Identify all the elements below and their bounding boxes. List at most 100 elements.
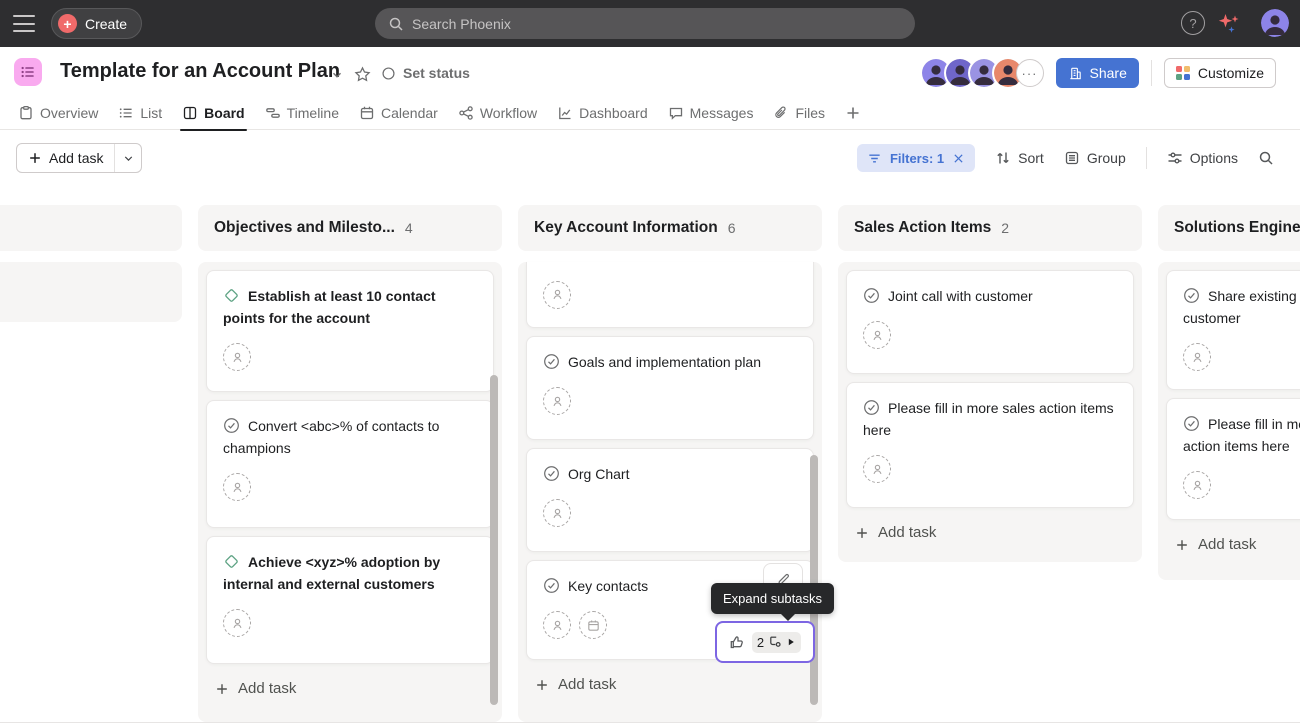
add-task-button[interactable]: Add task [17, 144, 114, 172]
task-card[interactable]: Goals and implementation plan [526, 336, 814, 440]
task-title: Goals and implementation plan [543, 351, 797, 373]
task-title: Joint call with customer [863, 285, 1117, 307]
create-button[interactable]: + Create [51, 8, 142, 39]
task-card[interactable]: Please fill in more solutions engineer a… [1166, 398, 1300, 520]
task-title: Org Chart [543, 463, 797, 485]
tab-label: Timeline [287, 105, 339, 121]
board-search-button[interactable] [1258, 150, 1274, 166]
subtask-count-pill: 2 [752, 632, 801, 653]
column-add-task-button[interactable]: Add task [1175, 536, 1300, 553]
project-list-icon[interactable] [14, 58, 42, 86]
search-icon [1258, 150, 1274, 166]
column-header[interactable]: Objectives and Milesto...4 [198, 205, 502, 251]
share-button[interactable]: Share [1056, 58, 1139, 88]
favorite-star-icon[interactable] [354, 66, 371, 83]
customize-button[interactable]: Customize [1164, 58, 1276, 88]
filter-icon [867, 151, 882, 166]
tab-workflow[interactable]: Workflow [448, 97, 547, 130]
tab-add-view[interactable] [835, 97, 871, 130]
column-title: Key Account Information [534, 219, 718, 237]
assignee-placeholder[interactable] [543, 281, 571, 309]
page-title[interactable]: Template for an Account Plan [60, 60, 340, 83]
divider [1151, 60, 1152, 86]
column-body: Goals and implementation plan Org Chart Ke… [518, 262, 822, 722]
customize-grid-icon [1176, 66, 1190, 80]
messages-icon [668, 105, 684, 121]
task-card[interactable]: Establish at least 10 contact points for… [206, 270, 494, 392]
column-task-count: 4 [405, 220, 413, 236]
assignee-placeholder[interactable] [543, 611, 571, 639]
group-button[interactable]: Group [1064, 150, 1126, 166]
task-card[interactable] [526, 262, 814, 328]
assignee-placeholder[interactable] [863, 321, 891, 349]
task-card[interactable]: Convert <abc>% of contacts to champions [206, 400, 494, 528]
tab-board[interactable]: Board [172, 97, 254, 130]
tab-messages[interactable]: Messages [658, 97, 764, 130]
assignee-placeholder[interactable] [223, 343, 251, 371]
hamburger-menu-icon[interactable] [13, 15, 35, 32]
user-avatar[interactable] [1261, 9, 1289, 37]
tab-label: Overview [40, 105, 98, 121]
plus-icon [535, 678, 549, 692]
filters-chip[interactable]: Filters: 1 [857, 144, 975, 172]
task-card[interactable]: Key contacts2Expand subtasks [526, 560, 814, 660]
task-card[interactable]: Org Chart [526, 448, 814, 552]
assignee-placeholder[interactable] [223, 609, 251, 637]
column-scrollbar[interactable] [810, 455, 818, 705]
assignee-placeholder[interactable] [1183, 471, 1211, 499]
subtask-count: 2 [757, 635, 764, 650]
task-card[interactable]: Please fill in more sales action items h… [846, 382, 1134, 508]
column-header[interactable]: Sales Action Items2 [838, 205, 1142, 251]
task-title-text: Achieve <xyz>% adoption by internal and … [223, 554, 440, 592]
task-card[interactable]: Share existing resources with the custom… [1166, 270, 1300, 390]
tab-overview[interactable]: Overview [8, 97, 108, 130]
task-card[interactable]: Achieve <xyz>% adoption by internal and … [206, 536, 494, 664]
title-chevron-down-icon[interactable] [330, 68, 344, 82]
plus-circle-icon: + [58, 14, 77, 33]
set-status-button[interactable]: Set status [381, 65, 470, 81]
expand-subtasks-button[interactable]: 2 [715, 621, 815, 663]
tab-files[interactable]: Files [763, 97, 835, 130]
due-date-placeholder[interactable] [579, 611, 607, 639]
tab-label: Workflow [480, 105, 537, 121]
sort-button[interactable]: Sort [995, 150, 1044, 166]
board-column: Objectives and Milesto...4Establish at l… [198, 205, 502, 251]
assignee-placeholder[interactable] [863, 455, 891, 483]
tab-label: Files [795, 105, 825, 121]
tab-label: Calendar [381, 105, 438, 121]
task-check-icon [1183, 415, 1200, 432]
task-title: Achieve <xyz>% adoption by internal and … [223, 551, 477, 595]
column-add-task-button[interactable]: Add task [535, 676, 814, 693]
task-title: Share existing resources with the custom… [1183, 285, 1300, 329]
tab-dashboard[interactable]: Dashboard [547, 97, 658, 130]
column-add-task-button[interactable]: Add task [855, 524, 1134, 541]
column-add-task-button[interactable]: Add task [215, 680, 494, 697]
thumbs-up-icon [729, 634, 745, 650]
assignee-placeholder[interactable] [543, 387, 571, 415]
tab-calendar[interactable]: Calendar [349, 97, 448, 130]
assignee-placeholder[interactable] [1183, 343, 1211, 371]
tab-label: Board [204, 105, 244, 121]
task-check-icon [543, 577, 560, 594]
assignee-placeholder[interactable] [543, 499, 571, 527]
subtask-icon [768, 635, 782, 649]
column-header[interactable]: Solutions Engineering Action Items2 [1158, 205, 1300, 251]
more-members-button[interactable]: ··· [1016, 59, 1044, 87]
help-button[interactable]: ? [1181, 11, 1205, 35]
task-check-icon [863, 287, 880, 304]
options-button[interactable]: Options [1167, 150, 1238, 166]
divider [0, 722, 1300, 723]
column-scrollbar[interactable] [490, 375, 498, 705]
search-input[interactable]: Search Phoenix [375, 8, 915, 39]
add-task-dropdown-button[interactable] [114, 144, 141, 172]
assignee-placeholder[interactable] [223, 473, 251, 501]
task-card[interactable]: Joint call with customer [846, 270, 1134, 374]
task-title-text: Key contacts [568, 578, 648, 594]
tab-list[interactable]: List [108, 97, 172, 130]
ai-sparkle-icon[interactable] [1216, 11, 1242, 37]
clear-filter-icon[interactable] [952, 152, 965, 165]
board-column: Key Account Information6Goals and implem… [518, 205, 822, 251]
tab-timeline[interactable]: Timeline [255, 97, 349, 130]
column-header[interactable]: Key Account Information6 [518, 205, 822, 251]
partial-column-header [0, 205, 182, 251]
